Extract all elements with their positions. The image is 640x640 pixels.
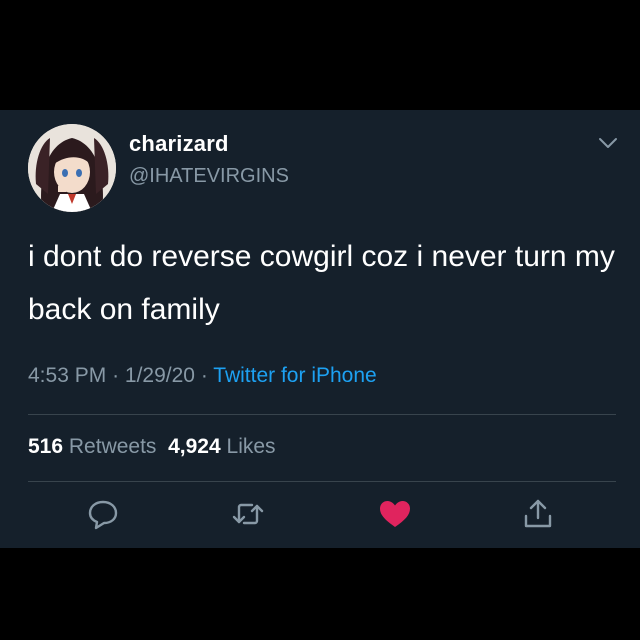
- retweet-count[interactable]: 516 Retweets: [28, 435, 156, 458]
- like-count-number: 4,924: [168, 435, 221, 458]
- tweet-time[interactable]: 4:53 PM: [28, 364, 106, 387]
- retweet-count-label: Retweets: [68, 435, 157, 458]
- tweet-card: charizard @IHATEVIRGINS i dont do revers…: [0, 110, 640, 548]
- heart-icon[interactable]: [377, 496, 413, 532]
- retweet-count-number: 516: [28, 435, 64, 458]
- meta-separator: ·: [200, 364, 208, 387]
- action-bar: [0, 496, 640, 536]
- tweet-meta: 4:53 PM · 1/29/20 · Twitter for iPhone: [28, 364, 377, 388]
- user-handle[interactable]: @IHATEVIRGINS: [129, 165, 289, 188]
- divider: [28, 414, 616, 415]
- avatar[interactable]: [28, 124, 116, 212]
- chevron-down-icon[interactable]: [595, 133, 621, 153]
- like-count[interactable]: 4,924 Likes: [168, 435, 275, 458]
- divider: [28, 481, 616, 482]
- meta-separator: ·: [112, 364, 120, 387]
- display-name[interactable]: charizard: [129, 131, 229, 157]
- reply-icon[interactable]: [85, 496, 121, 532]
- tweet-source-link[interactable]: Twitter for iPhone: [213, 364, 376, 387]
- retweet-icon[interactable]: [230, 496, 266, 532]
- like-count-label: Likes: [226, 435, 276, 458]
- tweet-text: i dont do reverse cowgirl coz i never tu…: [28, 240, 615, 326]
- tweet-stats: 516 Retweets 4,924 Likes: [28, 435, 276, 459]
- avatar-image: [28, 124, 116, 212]
- tweet-date[interactable]: 1/29/20: [125, 364, 195, 387]
- share-icon[interactable]: [520, 496, 556, 532]
